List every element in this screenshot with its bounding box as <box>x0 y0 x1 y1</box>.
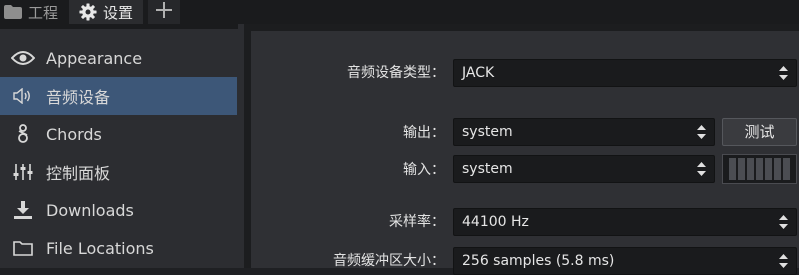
sidebar-item-label: 音频设备 <box>46 88 111 107</box>
sample-rate-value: 44100 Hz <box>462 214 529 230</box>
test-button[interactable]: 测试 <box>722 118 797 146</box>
sidebar-item-appearance[interactable]: Appearance <box>0 39 237 77</box>
output-label: 输出： <box>403 125 445 141</box>
output-select[interactable]: system <box>453 118 715 146</box>
meter-segment <box>729 158 736 180</box>
input-level-meter <box>722 154 797 184</box>
tab-label: 工程 <box>28 3 59 22</box>
buffer-size-value: 256 samples (5.8 ms) <box>462 253 615 269</box>
audio-settings-panel: 音频设备类型： JACK 输出： system 测试 输入： system 采样… <box>251 24 799 275</box>
output-value: system <box>462 124 513 140</box>
add-tab-button[interactable] <box>148 0 180 24</box>
sidebar-item-chords[interactable]: Chords <box>0 115 237 153</box>
meter-segment <box>783 158 790 180</box>
meter-segment <box>738 158 745 180</box>
sidebar-item-label: Chords <box>46 124 102 144</box>
speaker-icon <box>0 88 46 104</box>
sidebar-item-label: 控制面板 <box>46 164 111 183</box>
device-type-select[interactable]: JACK <box>453 59 797 87</box>
music-note-icon <box>0 124 46 144</box>
plus-icon <box>156 2 172 22</box>
updown-arrows-icon <box>697 162 706 176</box>
gear-icon <box>79 3 97 21</box>
updown-arrows-icon <box>779 254 788 268</box>
tab-settings[interactable]: 设置 <box>69 0 143 24</box>
input-select[interactable]: system <box>453 155 715 183</box>
meter-segment <box>765 158 772 180</box>
device-type-label: 音频设备类型： <box>347 65 445 81</box>
sidebar-item-file-locations[interactable]: File Locations <box>0 229 237 267</box>
input-value: system <box>462 161 513 177</box>
folder-outline-icon <box>0 240 46 256</box>
folder-icon <box>4 5 22 19</box>
download-icon <box>0 201 46 219</box>
sample-rate-select[interactable]: 44100 Hz <box>453 208 797 236</box>
settings-sidebar: Appearance 音频设备 Chords 控制面板 Downloads Fi… <box>0 24 244 268</box>
buffer-size-label: 音频缓冲区大小： <box>333 253 445 269</box>
input-label: 输入： <box>403 162 445 178</box>
sliders-icon <box>0 163 46 181</box>
sidebar-item-downloads[interactable]: Downloads <box>0 191 237 229</box>
sidebar-item-audio-device[interactable]: 音频设备 <box>0 77 237 115</box>
sidebar-item-control-panel[interactable]: 控制面板 <box>0 153 237 191</box>
updown-arrows-icon <box>779 66 788 80</box>
meter-segment <box>774 158 781 180</box>
meter-segment <box>747 158 754 180</box>
sidebar-item-label: Downloads <box>46 200 134 220</box>
updown-arrows-icon <box>779 215 788 229</box>
tab-project[interactable]: 工程 <box>0 0 66 24</box>
meter-segment <box>756 158 763 180</box>
sidebar-item-label: File Locations <box>46 238 154 258</box>
device-type-value: JACK <box>462 65 495 81</box>
tab-bar: 工程 设置 <box>0 0 799 24</box>
updown-arrows-icon <box>697 125 706 139</box>
panel-divider[interactable] <box>244 24 251 268</box>
eye-icon <box>0 50 46 66</box>
buffer-size-select[interactable]: 256 samples (5.8 ms) <box>453 247 797 275</box>
tab-label: 设置 <box>103 3 134 22</box>
sample-rate-label: 采样率： <box>389 214 445 230</box>
sidebar-item-label: Appearance <box>46 48 143 68</box>
